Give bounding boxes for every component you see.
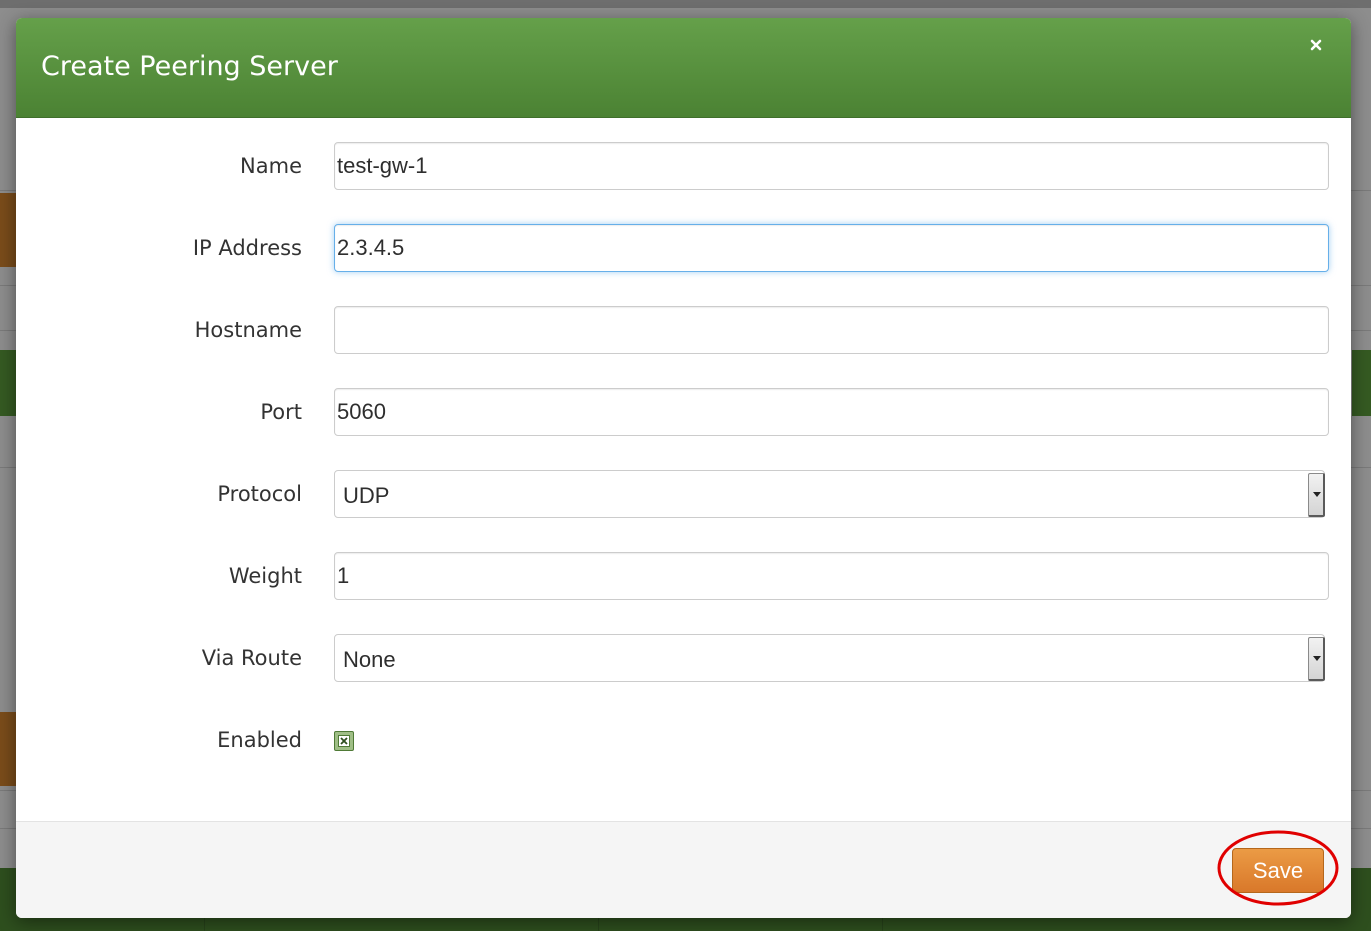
create-peering-server-dialog: Create Peering Server Name IP Address Ho… [16, 18, 1351, 918]
via-route-label: Via Route [201, 646, 302, 670]
protocol-dropdown-button[interactable] [1308, 473, 1325, 517]
form-row-name: Name [16, 142, 1351, 190]
via-route-selected-value: None [343, 647, 396, 672]
via-route-dropdown-button[interactable] [1308, 637, 1325, 681]
backdrop-footer-divider [204, 916, 205, 931]
save-button[interactable]: Save [1232, 848, 1324, 893]
close-icon [1310, 39, 1322, 51]
chevron-down-icon [1313, 492, 1321, 497]
form-row-hostname: Hostname [16, 306, 1351, 354]
protocol-label: Protocol [217, 482, 302, 506]
backdrop-footer-divider [882, 916, 883, 931]
hostname-input[interactable] [334, 306, 1329, 354]
port-input[interactable] [334, 388, 1329, 436]
name-label: Name [240, 154, 302, 178]
close-button[interactable] [1302, 32, 1330, 58]
form-row-protocol: Protocol UDP [16, 470, 1351, 518]
enabled-checkbox[interactable] [334, 731, 354, 751]
port-label: Port [260, 400, 302, 424]
dialog-footer: Save [16, 821, 1351, 918]
form-row-ip-address: IP Address [16, 224, 1351, 272]
enabled-label: Enabled [217, 728, 302, 752]
backdrop-orange-button [0, 712, 17, 786]
form-row-port: Port [16, 388, 1351, 436]
checkbox-checked-icon [338, 735, 350, 747]
backdrop-orange-button [0, 193, 17, 267]
backdrop-top-band [0, 0, 1371, 8]
dialog-title: Create Peering Server [41, 51, 338, 82]
form-row-enabled: Enabled [16, 716, 1351, 764]
backdrop-footer-divider [598, 916, 599, 931]
protocol-selected-value: UDP [343, 483, 390, 508]
ip-address-input[interactable] [334, 224, 1329, 272]
chevron-down-icon [1313, 656, 1321, 661]
weight-input[interactable] [334, 552, 1329, 600]
weight-label: Weight [228, 564, 302, 588]
protocol-select[interactable]: UDP [334, 470, 1325, 518]
via-route-select[interactable]: None [334, 634, 1325, 682]
form-row-weight: Weight [16, 552, 1351, 600]
name-input[interactable] [334, 142, 1329, 190]
hostname-label: Hostname [194, 318, 302, 342]
ip-address-label: IP Address [192, 236, 302, 260]
dialog-header: Create Peering Server [16, 18, 1351, 118]
form-row-via-route: Via Route None [16, 634, 1351, 682]
backdrop-green-bar [0, 350, 17, 416]
backdrop-green-bar [1352, 350, 1371, 416]
